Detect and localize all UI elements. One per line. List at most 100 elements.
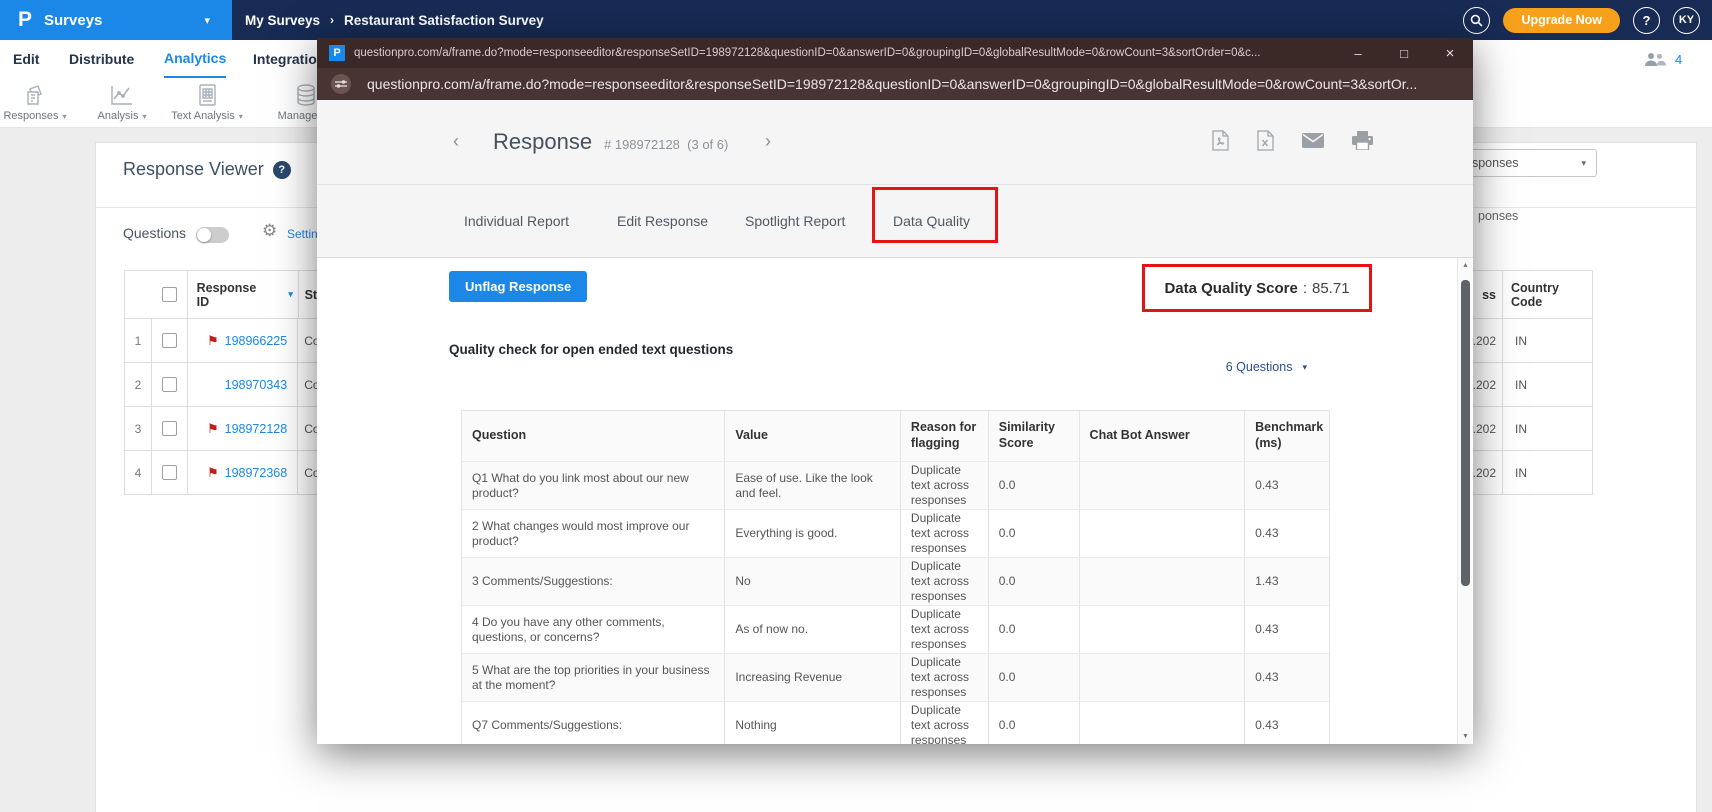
- collaborators[interactable]: 4: [1643, 40, 1682, 78]
- question-cell: Q7 Comments/Suggestions:: [462, 702, 725, 744]
- minimize-button[interactable]: –: [1335, 38, 1381, 68]
- response-id-link[interactable]: 198972128: [225, 422, 288, 436]
- sort-caret-icon[interactable]: ▾: [288, 289, 293, 300]
- tab-spotlight-report[interactable]: Spotlight Report: [745, 185, 845, 257]
- previous-response-button[interactable]: ‹: [453, 131, 459, 152]
- table-row: Q7 Comments/Suggestions: Nothing Duplica…: [462, 701, 1329, 744]
- print-icon[interactable]: [1352, 131, 1373, 150]
- next-response-button[interactable]: ›: [765, 131, 771, 152]
- toolbar-responses[interactable]: Responses▾: [0, 83, 80, 122]
- toolbar-analysis[interactable]: Analysis▾: [77, 83, 167, 122]
- tab-edit-response[interactable]: Edit Response: [617, 185, 708, 257]
- url-text: questionpro.com/a/frame.do?mode=response…: [367, 76, 1417, 92]
- scrollbar-thumb[interactable]: [1461, 280, 1470, 586]
- search-button[interactable]: [1463, 7, 1490, 34]
- tab-integration[interactable]: Integration: [253, 40, 325, 78]
- reason-cell: Duplicate text across responses: [901, 462, 989, 509]
- chevron-down-icon: ▾: [142, 112, 146, 121]
- chevron-down-icon: ▾: [204, 14, 210, 27]
- row-checkbox[interactable]: [162, 377, 177, 392]
- upgrade-now-button[interactable]: Upgrade Now: [1503, 8, 1620, 33]
- tab-analytics[interactable]: Analytics: [164, 40, 226, 78]
- table-row: 2 What changes would most improve our pr…: [462, 509, 1329, 557]
- value-cell: Increasing Revenue: [725, 654, 901, 701]
- response-table-right-fragment: ss Country Code 3.202 IN 3.202 IN 3.202 …: [1466, 270, 1593, 495]
- tab-edit[interactable]: Edit: [13, 40, 39, 78]
- toolbar-text-analysis[interactable]: Text Analysis▾: [162, 83, 252, 122]
- response-id-header[interactable]: Response ID: [197, 281, 257, 309]
- tab-data-quality[interactable]: Data Quality: [893, 185, 970, 257]
- help-button[interactable]: ?: [1633, 7, 1660, 34]
- collaborator-count: 4: [1675, 52, 1682, 67]
- response-id-link[interactable]: 198966225: [225, 334, 288, 348]
- gear-icon[interactable]: ⚙: [262, 221, 277, 241]
- responses-count-fragment: ponses: [1478, 209, 1518, 223]
- toolbar-responses-label: Responses: [3, 110, 58, 122]
- close-button[interactable]: ×: [1427, 38, 1473, 68]
- table-row: 3.202 IN: [1466, 363, 1593, 407]
- help-icon[interactable]: ?: [273, 161, 291, 179]
- avatar[interactable]: KY: [1673, 7, 1700, 34]
- breadcrumb-my-surveys[interactable]: My Surveys: [245, 13, 320, 28]
- row-checkbox[interactable]: [162, 421, 177, 436]
- chatbot-cell: [1080, 462, 1246, 509]
- value-cell: Ease of use. Like the look and feel.: [725, 462, 901, 509]
- maximize-button[interactable]: □: [1381, 38, 1427, 68]
- toolbar-analysis-label: Analysis: [98, 110, 139, 122]
- reason-cell: Duplicate text across responses: [901, 558, 989, 605]
- analysis-chart-icon: [109, 83, 135, 107]
- select-all-checkbox[interactable]: [162, 287, 177, 302]
- breadcrumb-separator-icon: ›: [330, 13, 334, 27]
- address-bar[interactable]: questionpro.com/a/frame.do?mode=response…: [317, 68, 1473, 100]
- questions-toggle[interactable]: [196, 227, 229, 243]
- tab-distribute[interactable]: Distribute: [69, 40, 134, 78]
- benchmark-cell: 0.43: [1245, 702, 1329, 744]
- flag-icon: ⚑: [207, 333, 219, 349]
- response-id-link[interactable]: 198970343: [225, 378, 288, 392]
- chevron-down-icon: ▾: [1302, 362, 1307, 373]
- row-checkbox[interactable]: [162, 465, 177, 480]
- tab-individual-report[interactable]: Individual Report: [464, 185, 569, 257]
- score-separator: :: [1303, 280, 1307, 297]
- benchmark-cell: 0.43: [1245, 654, 1329, 701]
- response-editor-popup: P questionpro.com/a/frame.do?mode=respon…: [317, 38, 1473, 744]
- value-cell: No: [725, 558, 901, 605]
- window-titlebar[interactable]: P questionpro.com/a/frame.do?mode=respon…: [317, 38, 1473, 68]
- score-label: Data Quality Score: [1164, 280, 1297, 297]
- report-tabs: Individual Report Edit Response Spotligh…: [317, 184, 1473, 258]
- scroll-up-icon[interactable]: ▲: [1458, 262, 1473, 269]
- top-navbar: P Surveys ▾ My Surveys › Restaurant Sati…: [0, 0, 1712, 40]
- chatbot-cell: [1080, 510, 1246, 557]
- breadcrumb: My Surveys › Restaurant Satisfaction Sur…: [245, 0, 544, 40]
- annotation-box-score: Data Quality Score : 85.71: [1142, 264, 1372, 312]
- questions-filter-dropdown[interactable]: 6 Questions ▾: [1226, 360, 1307, 374]
- similarity-cell: 0.0: [989, 654, 1080, 701]
- responses-pages-icon: [23, 83, 47, 107]
- similarity-cell: 0.0: [989, 462, 1080, 509]
- chatbot-cell: [1080, 702, 1246, 744]
- email-icon[interactable]: [1302, 133, 1324, 148]
- value-cell: Nothing: [725, 702, 901, 744]
- unflag-response-button[interactable]: Unflag Response: [449, 271, 587, 302]
- similarity-cell: 0.0: [989, 702, 1080, 744]
- chatbot-cell: [1080, 558, 1246, 605]
- chatbot-cell: [1080, 654, 1246, 701]
- row-checkbox[interactable]: [162, 333, 177, 348]
- similarity-cell: 0.0: [989, 510, 1080, 557]
- row-number: 3: [125, 407, 152, 450]
- flag-icon: ⚑: [207, 421, 219, 437]
- questions-label: Questions: [123, 225, 186, 241]
- value-cell: Everything is good.: [725, 510, 901, 557]
- benchmark-cell: 0.43: [1245, 510, 1329, 557]
- response-id-link[interactable]: 198972368: [225, 466, 288, 480]
- scroll-down-icon[interactable]: ▼: [1458, 733, 1473, 740]
- export-pdf-icon[interactable]: [1212, 130, 1229, 151]
- scrollbar[interactable]: ▲ ▼: [1457, 258, 1472, 744]
- table-header-row: Question Value Reason for flagging Simil…: [462, 411, 1329, 461]
- product-switcher[interactable]: P Surveys ▾: [0, 0, 232, 40]
- question-cell: 2 What changes would most improve our pr…: [462, 510, 725, 557]
- export-excel-icon[interactable]: [1257, 130, 1274, 151]
- questions-filter-value: 6 Questions: [1226, 360, 1293, 374]
- breadcrumb-survey-name: Restaurant Satisfaction Survey: [344, 13, 544, 28]
- country-code-header: Country Code: [1503, 271, 1591, 318]
